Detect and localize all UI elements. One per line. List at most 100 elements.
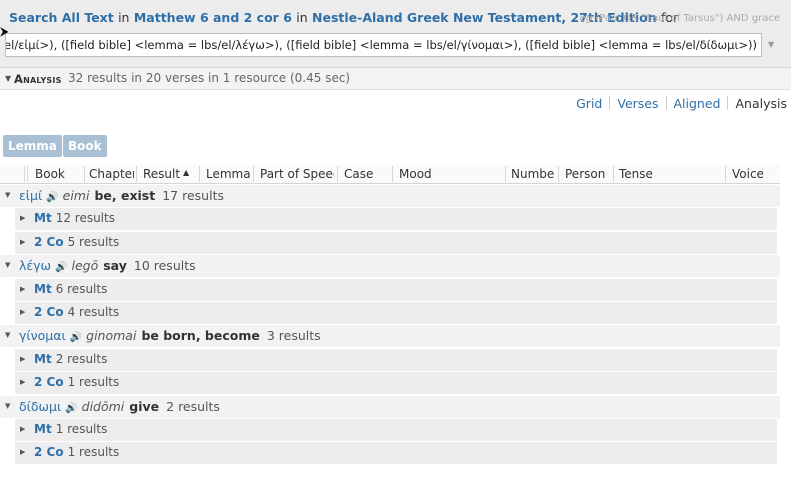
tab-grid[interactable]: Grid — [576, 96, 602, 111]
triangle-down-icon[interactable]: ▼ — [5, 402, 10, 410]
column-divider[interactable] — [337, 166, 338, 182]
book-link[interactable]: 2 Co — [34, 445, 64, 459]
group-by-book-button[interactable]: Book — [63, 135, 107, 157]
book-result-row[interactable]: ▶ 2 Co 4 results — [15, 302, 777, 324]
triangle-down-icon[interactable]: ▼ — [5, 261, 10, 269]
book-entry: Mt 2 results — [34, 352, 107, 366]
column-divider[interactable] — [505, 166, 506, 182]
column-header-mood[interactable]: Mood — [399, 167, 499, 181]
column-divider[interactable] — [253, 166, 254, 182]
tab-separator — [665, 96, 667, 110]
triangle-right-icon[interactable]: ▶ — [20, 355, 25, 363]
tab-verses[interactable]: Verses — [617, 96, 658, 111]
column-header-number[interactable]: Number — [511, 167, 554, 181]
column-divider[interactable] — [136, 166, 137, 182]
mouse-cursor-icon: ⮞ — [0, 24, 9, 38]
book-link[interactable]: Mt — [34, 211, 52, 225]
speaker-icon[interactable]: 🔊 — [70, 332, 82, 343]
triangle-right-icon[interactable]: ▶ — [20, 378, 25, 386]
tab-separator — [727, 96, 729, 110]
tab-separator — [609, 96, 611, 110]
book-link[interactable]: 2 Co — [34, 375, 64, 389]
triangle-down-icon[interactable]: ▼ — [5, 191, 10, 199]
triangle-right-icon[interactable]: ▶ — [20, 448, 25, 456]
triangle-right-icon[interactable]: ▶ — [20, 425, 25, 433]
speaker-icon[interactable]: 🔊 — [55, 262, 67, 273]
column-header-lemma[interactable]: Lemma — [206, 167, 252, 181]
search-query-input[interactable]: [field bible] <lemma = lbs/el/εἰμί>), ([… — [5, 33, 762, 57]
triangle-right-icon[interactable]: ▶ — [20, 214, 25, 222]
book-entry: Mt 6 results — [34, 282, 107, 296]
book-link[interactable]: Mt — [34, 282, 52, 296]
book-link[interactable]: 2 Co — [34, 235, 64, 249]
book-result-row[interactable]: ▶ Mt 12 results — [15, 208, 777, 230]
book-result-row[interactable]: ▶ Mt 6 results — [15, 279, 777, 301]
tab-analysis[interactable]: Analysis — [735, 96, 787, 111]
column-divider[interactable] — [558, 166, 559, 182]
column-header-tense[interactable]: Tense — [619, 167, 719, 181]
column-header-case[interactable]: Case — [344, 167, 390, 181]
column-divider[interactable] — [392, 166, 393, 182]
book-count: 6 results — [55, 282, 108, 296]
column-divider[interactable] — [613, 166, 614, 182]
lemma-transliteration: didōmi — [81, 399, 125, 414]
triangle-down-icon[interactable]: ▼ — [5, 331, 10, 339]
lemma-group-row[interactable]: ▼ δίδωμι 🔊 didōmi give 2 results — [0, 396, 780, 418]
lemma-transliteration: legō — [71, 258, 99, 273]
triangle-right-icon[interactable]: ▶ — [20, 308, 25, 316]
lemma-group-row[interactable]: ▼ λέγω 🔊 legō say 10 results — [0, 255, 780, 277]
analysis-section-bar[interactable]: ▼ Analysis 32 results in 20 verses in 1 … — [0, 68, 791, 90]
column-divider — [24, 166, 25, 182]
search-in-label-2: in — [296, 10, 308, 25]
query-dropdown-icon[interactable]: ▼ — [768, 40, 774, 49]
tab-aligned[interactable]: Aligned — [674, 96, 721, 111]
speaker-icon[interactable]: 🔊 — [65, 403, 77, 414]
lemma-count: 3 results — [266, 328, 321, 343]
column-divider[interactable] — [725, 166, 726, 182]
column-header-result[interactable]: Result — [143, 167, 183, 181]
column-header-part-of-speech[interactable]: Part of Speech — [260, 167, 334, 181]
lemma-link[interactable]: εἰμί — [19, 188, 42, 203]
lemma-group-row[interactable]: ▼ εἰμί 🔊 eimi be, exist 17 results — [0, 185, 780, 207]
column-header-person[interactable]: Person — [565, 167, 613, 181]
book-entry: 2 Co 1 results — [34, 445, 119, 459]
group-by-lemma-button[interactable]: Lemma — [3, 135, 62, 157]
search-type-link[interactable]: Search All Text — [9, 10, 114, 25]
column-divider — [27, 166, 28, 182]
book-result-row[interactable]: ▶ 2 Co 1 results — [15, 372, 777, 394]
book-result-row[interactable]: ▶ Mt 2 results — [15, 349, 777, 371]
results-summary: 32 results in 20 verses in 1 resource (0… — [68, 71, 351, 85]
hint-eg: eg — [579, 13, 593, 24]
book-result-row[interactable]: ▶ 2 Co 1 results — [15, 442, 777, 464]
book-count: 1 results — [67, 375, 120, 389]
triangle-right-icon[interactable]: ▶ — [20, 238, 25, 246]
book-count: 4 results — [67, 305, 120, 319]
analysis-title: Analysis — [14, 72, 62, 86]
lemma-transliteration: ginomai — [86, 328, 137, 343]
lemma-link[interactable]: δίδωμι — [19, 399, 61, 414]
lemma-link[interactable]: γίνομαι — [19, 328, 66, 343]
column-header-book[interactable]: Book — [35, 167, 85, 181]
search-in-label: in — [118, 10, 130, 25]
book-result-row[interactable]: ▶ Mt 1 results — [15, 419, 777, 441]
lemma-entry: εἰμί 🔊 eimi be, exist 17 results — [19, 188, 224, 203]
column-header-chapter[interactable]: Chapter — [89, 167, 134, 181]
lemma-link[interactable]: λέγω — [19, 258, 51, 273]
speaker-icon[interactable]: 🔊 — [46, 192, 58, 203]
column-header-voice[interactable]: Voice — [732, 167, 778, 181]
column-divider[interactable] — [199, 166, 200, 182]
book-link[interactable]: Mt — [34, 352, 52, 366]
search-range-link[interactable]: Matthew 6 and 2 cor 6 — [134, 10, 292, 25]
lemma-gloss: be born, become — [141, 328, 260, 343]
sort-ascending-icon[interactable]: ▲ — [183, 168, 189, 177]
book-result-row[interactable]: ▶ 2 Co 5 results — [15, 232, 777, 254]
lemma-entry: δίδωμι 🔊 didōmi give 2 results — [19, 399, 220, 414]
lemma-group-row[interactable]: ▼ γίνομαι 🔊 ginomai be born, become 3 result… — [0, 325, 780, 347]
search-hint: eg (Paul OR "Saul of Tarsus") AND grace — [580, 13, 780, 24]
book-link[interactable]: Mt — [34, 422, 52, 436]
book-link[interactable]: 2 Co — [34, 305, 64, 319]
triangle-right-icon[interactable]: ▶ — [20, 285, 25, 293]
book-entry: Mt 1 results — [34, 422, 107, 436]
search-header: Search All Text in Matthew 6 and 2 cor 6… — [0, 0, 791, 68]
column-divider[interactable] — [84, 166, 85, 182]
